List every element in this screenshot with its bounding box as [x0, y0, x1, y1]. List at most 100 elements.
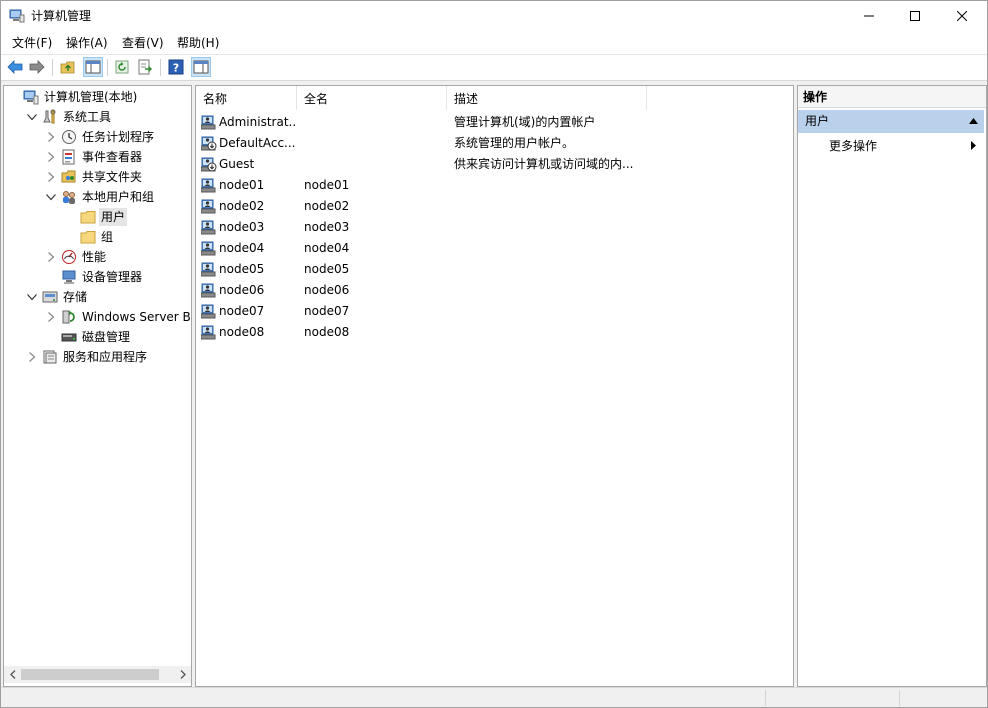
task-scheduler-icon — [62, 130, 76, 144]
tree-item[interactable]: 本地用户和组 — [45, 187, 156, 207]
table-row[interactable]: Guest 供来宾访问计算机或访问域的内... — [196, 154, 793, 175]
folder-icon — [80, 209, 96, 225]
folder-icon — [80, 231, 96, 244]
performance-icon — [61, 249, 77, 265]
minimize-button[interactable] — [846, 1, 892, 31]
help-button[interactable]: ? — [167, 58, 185, 76]
user-description-cell: 供来宾访问计算机或访问域的内... — [454, 157, 634, 171]
folder-up-icon — [60, 61, 75, 73]
export-list-button[interactable] — [136, 58, 154, 76]
refresh-button[interactable] — [113, 58, 131, 76]
tree-item[interactable]: 计算机管理(本地) — [7, 87, 139, 107]
menu-action[interactable]: 操作(A) — [63, 35, 111, 51]
back-button[interactable] — [6, 58, 24, 76]
folder-icon — [80, 229, 96, 245]
help-icon: ? — [168, 59, 184, 75]
tree-item[interactable]: Windows Server Backup — [45, 307, 191, 327]
show-hide-console-tree-button[interactable] — [83, 57, 103, 77]
tree-item-label: 事件查看器 — [82, 150, 143, 164]
user-name-cell: Administrat... — [219, 115, 297, 129]
user-icon — [200, 178, 216, 193]
folder-icon — [80, 211, 96, 224]
table-row[interactable]: node01 node01 — [196, 175, 793, 196]
tree-item[interactable]: 服务和应用程序 — [26, 347, 149, 367]
chevron-right-icon — [180, 670, 186, 679]
tree-expander[interactable] — [45, 251, 57, 263]
tree-expander[interactable] — [26, 111, 38, 123]
forward-arrow-icon — [29, 60, 45, 74]
tree-horizontal-scrollbar[interactable] — [4, 666, 191, 683]
tree-item[interactable]: 用户 — [64, 207, 128, 227]
console-tree[interactable]: 计算机管理(本地) 系统工具 任务计划程序事件查看器共享文件夹 本地用户和组 用户组性能… — [3, 85, 192, 687]
up-level-button[interactable] — [59, 58, 77, 76]
table-row[interactable]: node03 node03 — [196, 217, 793, 238]
scroll-right-button[interactable] — [174, 666, 191, 683]
tree-item[interactable]: 组 — [64, 227, 115, 247]
tree-expander — [64, 211, 76, 223]
tree-item[interactable]: 磁盘管理 — [45, 327, 132, 347]
user-name-cell: DefaultAcc... — [219, 136, 296, 150]
actions-section-users[interactable]: 用户 — [798, 110, 984, 133]
chevron-right-icon — [47, 152, 54, 162]
tree-expander[interactable] — [26, 351, 38, 363]
table-row[interactable]: node04 node04 — [196, 238, 793, 259]
user-icon — [200, 261, 217, 277]
tree-item-label: 磁盘管理 — [82, 330, 131, 344]
forward-button[interactable] — [28, 58, 46, 76]
user-icon — [200, 303, 217, 319]
tree-item[interactable]: 系统工具 — [26, 107, 113, 127]
column-header-description[interactable]: 描述 — [447, 86, 647, 110]
table-row[interactable]: node05 node05 — [196, 259, 793, 280]
table-row[interactable]: node07 node07 — [196, 301, 793, 322]
tree-expander — [7, 91, 19, 103]
tree-item[interactable]: 存储 — [26, 287, 89, 307]
tree-expander[interactable] — [45, 311, 57, 323]
table-row[interactable]: DefaultAcc... 系统管理的用户帐户。 — [196, 133, 793, 154]
column-header-full-name[interactable]: 全名 — [297, 86, 447, 110]
table-row[interactable]: node08 node08 — [196, 322, 793, 343]
user-icon — [200, 220, 216, 235]
system-tools-icon — [42, 109, 58, 125]
user-icon — [200, 177, 217, 193]
chevron-down-icon — [27, 113, 37, 120]
scroll-left-button[interactable] — [4, 666, 21, 683]
menu-file[interactable]: 文件(F) — [9, 35, 55, 51]
table-row[interactable]: node06 node06 — [196, 280, 793, 301]
user-icon — [200, 241, 216, 256]
menu-help[interactable]: 帮助(H) — [174, 35, 222, 51]
tree-item[interactable]: 共享文件夹 — [45, 167, 144, 187]
tree-item[interactable]: 任务计划程序 — [45, 127, 156, 147]
performance-icon — [62, 250, 76, 264]
scroll-thumb[interactable] — [21, 669, 159, 680]
storage-icon — [42, 289, 58, 305]
users-list[interactable]: 名称 全名 描述 Administrat... 管理计算机(域)的内置帐户 Defa… — [195, 85, 794, 687]
user-icon — [200, 114, 217, 130]
toolbar: ? — [1, 55, 987, 81]
tree-expander[interactable] — [45, 131, 57, 143]
shared-folders-icon — [61, 169, 77, 185]
menu-view[interactable]: 查看(V) — [119, 35, 167, 51]
tree-item[interactable]: 事件查看器 — [45, 147, 144, 167]
show-hide-action-pane-button[interactable] — [191, 57, 211, 77]
system-tools-icon — [43, 109, 56, 124]
computer-management-icon — [23, 89, 39, 105]
user-full-name-cell: node05 — [304, 262, 350, 276]
table-row[interactable]: node02 node02 — [196, 196, 793, 217]
user-icon — [200, 325, 216, 340]
more-actions-item[interactable]: 更多操作 — [829, 138, 877, 154]
column-header-name[interactable]: 名称 — [196, 86, 297, 110]
tree-expander[interactable] — [45, 191, 57, 203]
maximize-button[interactable] — [892, 1, 938, 31]
tree-expander[interactable] — [45, 151, 57, 163]
tree-item[interactable]: 性能 — [45, 247, 108, 267]
tree-expander[interactable] — [26, 291, 38, 303]
user-name-cell: node04 — [219, 241, 265, 255]
tree-item-label: 计算机管理(本地) — [44, 90, 138, 104]
title-bar[interactable]: 计算机管理 — [1, 1, 987, 32]
close-button[interactable] — [939, 1, 985, 31]
tree-expander[interactable] — [45, 171, 57, 183]
tree-item[interactable]: 设备管理器 — [45, 267, 144, 287]
chevron-right-icon — [47, 172, 54, 182]
tree-expander — [45, 331, 57, 343]
table-row[interactable]: Administrat... 管理计算机(域)的内置帐户 — [196, 112, 793, 133]
